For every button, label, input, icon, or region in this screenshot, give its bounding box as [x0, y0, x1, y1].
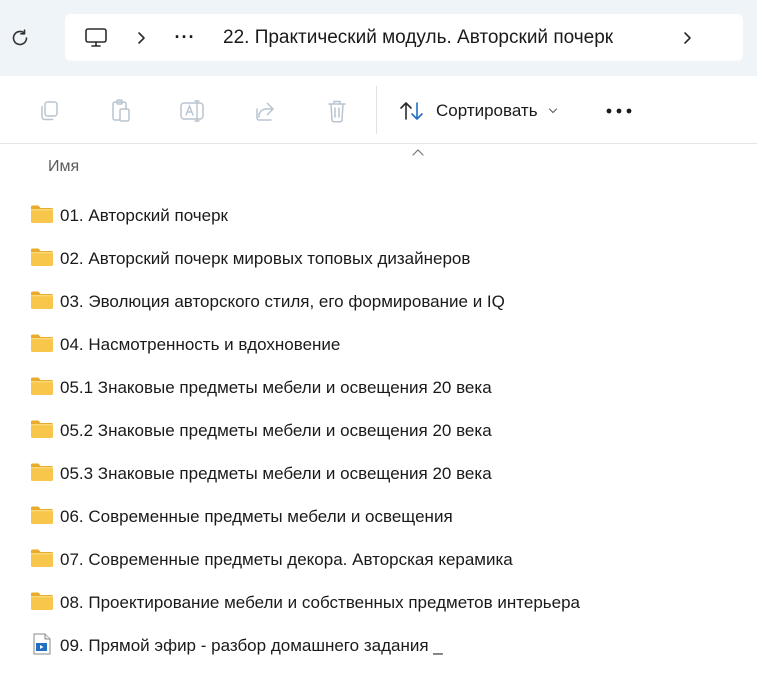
sort-button[interactable]: Сортировать: [398, 90, 558, 132]
file-name: 08. Проектирование мебели и собственных …: [60, 593, 581, 612]
refresh-icon[interactable]: [6, 22, 34, 54]
list-item[interactable]: 07. Современные предметы декора. Авторск…: [0, 538, 757, 581]
list-item[interactable]: 04. Насмотренность и вдохновение: [0, 323, 757, 366]
folder-icon: [30, 462, 54, 482]
breadcrumb-current-folder[interactable]: 22. Практический модуль. Авторский почер…: [223, 14, 613, 61]
file-name: 05.2 Знаковые предметы мебели и освещени…: [60, 421, 492, 440]
list-item[interactable]: 02. Авторский почерк мировых топовых диз…: [0, 237, 757, 280]
chevron-down-icon: [548, 107, 558, 115]
file-name: 02. Авторский почерк мировых топовых диз…: [60, 249, 471, 268]
toolbar-divider: [376, 86, 377, 134]
file-name: 04. Насмотренность и вдохновение: [60, 335, 341, 354]
share-icon[interactable]: [248, 94, 282, 128]
sort-ascending-icon: [411, 145, 425, 163]
file-name: 03. Эволюция авторского стиля, его форми…: [60, 292, 505, 311]
video-file-icon: [32, 633, 56, 655]
folder-icon: [30, 419, 54, 439]
file-name: 07. Современные предметы декора. Авторск…: [60, 550, 513, 569]
list-item[interactable]: 08. Проектирование мебели и собственных …: [0, 581, 757, 624]
list-item[interactable]: 09. Прямой эфир - разбор домашнего задан…: [0, 624, 757, 667]
file-name: 01. Авторский почерк: [60, 206, 228, 225]
rename-icon[interactable]: [176, 94, 210, 128]
folder-icon: [30, 290, 54, 310]
sort-label: Сортировать: [436, 101, 538, 120]
folder-icon: [30, 333, 54, 353]
column-header-row: Имя: [0, 145, 757, 185]
overflow-dots: ···: [174, 27, 196, 47]
this-pc-icon[interactable]: [82, 14, 110, 61]
list-item[interactable]: 06. Современные предметы мебели и освеще…: [0, 495, 757, 538]
file-name: 09. Прямой эфир - разбор домашнего задан…: [60, 636, 443, 655]
copy-icon[interactable]: [32, 94, 66, 128]
file-name: 06. Современные предметы мебели и освеще…: [60, 507, 453, 526]
paste-icon[interactable]: [104, 94, 138, 128]
column-header-name[interactable]: Имя: [48, 158, 79, 176]
chevron-right-icon[interactable]: [679, 14, 695, 61]
command-bar: Сортировать: [0, 76, 757, 144]
file-name: 05.3 Знаковые предметы мебели и освещени…: [60, 464, 492, 483]
address-field[interactable]: ··· 22. Практический модуль. Авторский п…: [65, 14, 743, 61]
breadcrumb-overflow-button[interactable]: ···: [173, 14, 197, 61]
folder-icon: [30, 548, 54, 568]
folder-icon: [30, 376, 54, 396]
list-item[interactable]: 01. Авторский почерк: [0, 194, 757, 237]
sort-icon: [398, 99, 426, 123]
more-icon[interactable]: [600, 94, 638, 128]
delete-icon[interactable]: [320, 94, 354, 128]
list-item[interactable]: 05.2 Знаковые предметы мебели и освещени…: [0, 409, 757, 452]
folder-icon: [30, 204, 54, 224]
folder-icon: [30, 591, 54, 611]
list-item[interactable]: 05.1 Знаковые предметы мебели и освещени…: [0, 366, 757, 409]
chevron-right-icon[interactable]: [133, 14, 149, 61]
list-item[interactable]: 05.3 Знаковые предметы мебели и освещени…: [0, 452, 757, 495]
address-bar-area: ··· 22. Практический модуль. Авторский п…: [0, 0, 757, 76]
folder-icon: [30, 247, 54, 267]
list-item[interactable]: 03. Эволюция авторского стиля, его форми…: [0, 280, 757, 323]
folder-icon: [30, 505, 54, 525]
file-name: 05.1 Знаковые предметы мебели и освещени…: [60, 378, 492, 397]
